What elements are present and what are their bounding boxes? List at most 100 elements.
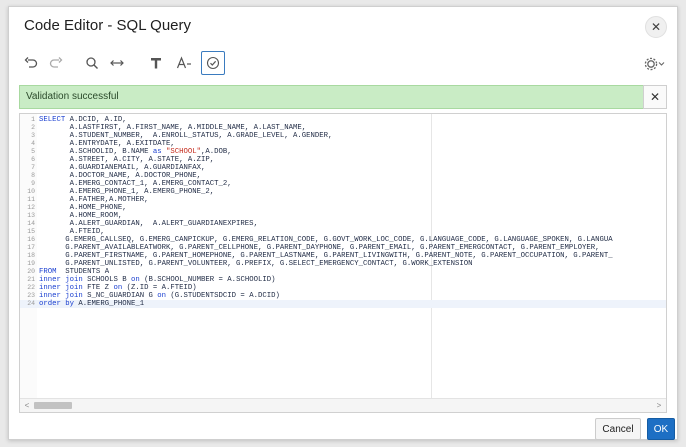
cancel-button[interactable]: Cancel [595,418,641,440]
line-number: 6 [31,156,35,163]
editor-toolbar [9,49,677,79]
validate-button[interactable] [201,51,225,75]
code-text: A.DOCTOR_NAME, A.DOCTOR_PHONE, [39,172,201,180]
code-line[interactable]: 4 A.ENTRYDATE, A.EXITDATE, [20,140,666,148]
line-number: 23 [27,292,35,299]
code-lines[interactable]: 1 SELECT A.DCID, A.ID, 2 A.LASTFIRST, A.FI… [20,116,666,308]
sql-token: A.LASTFIRST, A.FIRST_NAME, A.MIDDLE_NAME… [39,124,307,132]
sql-keyword: on [157,292,171,300]
code-line[interactable]: 1 SELECT A.DCID, A.ID, [20,116,666,124]
sql-string: "SCHOOL" [166,148,202,156]
line-number: 3 [31,132,35,139]
code-text: A.ENTRYDATE, A.EXITDATE, [39,140,175,148]
code-text: A.STUDENT_NUMBER, A.ENROLL_STATUS, A.GRA… [39,132,333,140]
font-size-button[interactable] [172,51,196,75]
line-number: 24 [27,300,35,307]
horizontal-scrollbar[interactable]: < > [20,398,666,412]
scroll-right-icon[interactable]: > [654,400,664,411]
code-line[interactable]: 14 A.ALERT_GUARDIAN, A.ALERT_GUARDIANEXP… [20,220,666,228]
code-line[interactable]: 5 A.SCHOOLID, B.NAME as "SCHOOL",A.DOB, [20,148,666,156]
code-line[interactable]: 19 G.PARENT_UNLISTED, G.PARENT_VOLUNTEER… [20,260,666,268]
scrollbar-thumb[interactable] [34,402,72,409]
code-text: FROM STUDENTS A [39,268,109,276]
line-number: 18 [27,252,35,259]
sql-keyword: inner join [39,292,88,300]
code-line[interactable]: 15 A.FTEID, [20,228,666,236]
line-number: 5 [31,148,35,155]
code-text: A.FATHER,A.MOTHER, [39,196,149,204]
code-line[interactable]: 13 A.HOME_ROOM, [20,212,666,220]
code-text: inner join S_NC_GUARDIAN G on (G.STUDENT… [39,292,280,300]
line-number: 11 [27,196,35,203]
dialog-title-bar: Code Editor - SQL Query ✕ [9,7,677,43]
code-text: inner join FTE Z on (Z.ID = A.FTEID) [39,284,197,292]
code-line[interactable]: 17 G.PARENT_AVAILABLEATWORK, G.PARENT_CE… [20,244,666,252]
code-line[interactable]: 12 A.HOME_PHONE, [20,204,666,212]
line-number: 14 [27,220,35,227]
code-line[interactable]: 11 A.FATHER,A.MOTHER, [20,196,666,204]
sql-token: A.DOCTOR_NAME, A.DOCTOR_PHONE, [39,172,202,180]
undo-button[interactable] [19,51,43,75]
code-line[interactable]: 6 A.STREET, A.CITY, A.STATE, A.ZIP, [20,156,666,164]
format-button[interactable] [144,51,168,75]
dialog-title: Code Editor - SQL Query [24,17,192,34]
validation-alert: Validation successful ✕ [19,85,667,109]
line-number: 19 [27,260,35,267]
sql-keyword: inner join [39,284,88,292]
settings-menu-button[interactable] [643,53,667,75]
line-number: 16 [27,236,35,243]
sql-code-editor[interactable]: 1 SELECT A.DCID, A.ID, 2 A.LASTFIRST, A.FI… [19,113,667,413]
replace-button[interactable] [105,51,129,75]
code-line[interactable]: 9 A.EMERG_CONTACT_1, A.EMERG_CONTACT_2, [20,180,666,188]
code-text: SELECT A.DCID, A.ID, [39,116,127,124]
line-number: 9 [31,180,35,187]
code-text: A.HOME_ROOM, [39,212,123,220]
code-line[interactable]: 24 order by A.EMERG_PHONE_1 [20,300,666,308]
sql-token: A.EMERG_PHONE_1 [78,300,145,308]
sql-keyword: order by [39,300,79,308]
close-icon: ✕ [649,90,661,104]
ok-button[interactable]: OK [647,418,675,440]
dismiss-alert-button[interactable]: ✕ [643,85,667,109]
undo-icon [24,57,38,68]
sql-token: A.SCHOOLID, B.NAME [39,148,153,156]
code-text: A.FTEID, [39,228,105,236]
line-number: 8 [31,172,35,179]
sql-token: G.PARENT_FIRSTNAME, G.PARENT_HOMEPHONE, … [39,252,613,260]
close-dialog-button[interactable]: ✕ [645,16,667,38]
code-editor-dialog: Code Editor - SQL Query ✕ Validation suc… [8,6,678,440]
code-line[interactable]: 3 A.STUDENT_NUMBER, A.ENROLL_STATUS, A.G… [20,132,666,140]
sql-token: A.HOME_ROOM, [39,212,123,220]
code-line[interactable]: 7 A.GUARDIANEMAIL, A.GUARDIANFAX, [20,164,666,172]
code-line[interactable]: 23 inner join S_NC_GUARDIAN G on (G.STUDE… [20,292,666,300]
code-line[interactable]: 18 G.PARENT_FIRSTNAME, G.PARENT_HOMEPHON… [20,252,666,260]
code-line[interactable]: 22 inner join FTE Z on (Z.ID = A.FTEID) [20,284,666,292]
code-line[interactable]: 2 A.LASTFIRST, A.FIRST_NAME, A.MIDDLE_NA… [20,124,666,132]
code-text: A.EMERG_PHONE_1, A.EMERG_PHONE_2, [39,188,215,196]
code-text: A.SCHOOLID, B.NAME as "SCHOOL",A.DOB, [39,148,232,156]
code-line[interactable]: 10 A.EMERG_PHONE_1, A.EMERG_PHONE_2, [20,188,666,196]
sql-token: SCHOOLS B [87,276,131,284]
search-button[interactable] [80,51,104,75]
sql-token: A.STREET, A.CITY, A.STATE, A.ZIP, [39,156,215,164]
sql-token: G.PARENT_UNLISTED, G.PARENT_VOLUNTEER, G… [39,260,473,268]
sql-token: STUDENTS A [65,268,110,276]
sql-token: A.EMERG_CONTACT_1, A.EMERG_CONTACT_2, [39,180,232,188]
code-line[interactable]: 20 FROM STUDENTS A [20,268,666,276]
code-line[interactable]: 16 G.EMERG_CALLSEQ, G.EMERG_CANPICKUP, G… [20,236,666,244]
sql-token: (Z.ID = A.FTEID) [126,284,197,292]
code-text: G.PARENT_UNLISTED, G.PARENT_VOLUNTEER, G… [39,260,473,268]
sql-token: FTE Z [87,284,114,292]
redo-button[interactable] [44,51,68,75]
search-icon [86,57,98,69]
code-line[interactable]: 8 A.DOCTOR_NAME, A.DOCTOR_PHONE, [20,172,666,180]
scroll-left-icon[interactable]: < [22,400,32,411]
close-icon: ✕ [650,20,662,34]
sql-token: G.EMERG_CALLSEQ, G.EMERG_CANPICKUP, G.EM… [39,236,613,244]
sql-token: (G.STUDENTSDCID = A.DCID) [170,292,280,300]
sql-keyword: on [130,276,145,284]
sql-token: A.STUDENT_NUMBER, A.ENROLL_STATUS, A.GRA… [39,132,333,140]
font-size-icon [176,56,191,69]
code-line[interactable]: 21 inner join SCHOOLS B on (B.SCHOOL_NUMB… [20,276,666,284]
sql-token: A.FTEID, [39,228,105,236]
